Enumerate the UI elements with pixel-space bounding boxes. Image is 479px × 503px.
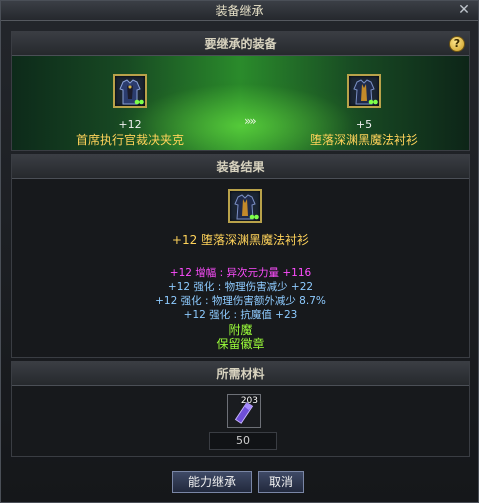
- result-panel: 装备结果 +12 堕落深渊黑魔法衬衫 +12 增幅 : 异次元力量 +116 +1…: [11, 154, 470, 358]
- result-item-slot[interactable]: [228, 189, 262, 223]
- set-badge-icon: [249, 214, 259, 220]
- result-stat-line: +12 强化 : 物理伤害额外减少 8.7%: [155, 295, 326, 307]
- material-slot[interactable]: 203: [227, 394, 261, 428]
- result-stat-line: +12 强化 : 抗魔值 +23: [183, 309, 298, 321]
- material-owned-count: 203: [240, 396, 258, 406]
- window-titlebar[interactable]: 装备继承 ✕: [1, 1, 478, 21]
- inherit-panel: 要继承的装备 ? +12 首席执行官裁决夹克 »» +5 堕落深渊黑魔法衬衫: [11, 31, 470, 151]
- material-required-count: 50: [209, 432, 277, 450]
- set-badge-icon: [134, 99, 144, 105]
- result-section-title: 装备结果: [12, 155, 469, 179]
- materials-section-title: 所需材料: [12, 362, 469, 386]
- inherit-scene-background: +12 首席执行官裁决夹克 »» +5 堕落深渊黑魔法衬衫: [12, 56, 469, 150]
- inherit-section-title: 要继承的装备: [12, 32, 469, 56]
- arrow-right-icon: »»: [244, 114, 257, 128]
- close-icon[interactable]: ✕: [456, 2, 472, 18]
- cancel-button[interactable]: 取消: [258, 471, 304, 493]
- result-stat-line: +12 增幅 : 异次元力量 +116: [169, 267, 312, 279]
- source-item-name: 首席执行官裁决夹克: [75, 133, 184, 147]
- equipment-inherit-window: 装备继承 ✕ 要继承的装备 ? +12 首席执行官裁决夹克 »» +5 堕落深渊…: [0, 0, 479, 503]
- materials-panel: 所需材料 203 50: [11, 361, 470, 457]
- result-stat-line: +12 强化 : 物理伤害减少 +22: [167, 281, 314, 293]
- set-badge-icon: [368, 99, 378, 105]
- source-item-plus: +12: [118, 118, 142, 131]
- help-icon[interactable]: ?: [449, 36, 465, 52]
- target-item-plus: +5: [355, 118, 373, 131]
- window-title: 装备继承: [215, 4, 264, 18]
- target-item-name: 堕落深渊黑魔法衬衫: [309, 133, 418, 147]
- inherit-confirm-button[interactable]: 能力继承: [172, 471, 252, 493]
- target-item-slot[interactable]: [347, 74, 381, 108]
- result-item-name: +12 堕落深渊黑魔法衬衫: [171, 233, 310, 247]
- result-stat-line: 保留徽章: [216, 337, 265, 351]
- source-item-slot[interactable]: [113, 74, 147, 108]
